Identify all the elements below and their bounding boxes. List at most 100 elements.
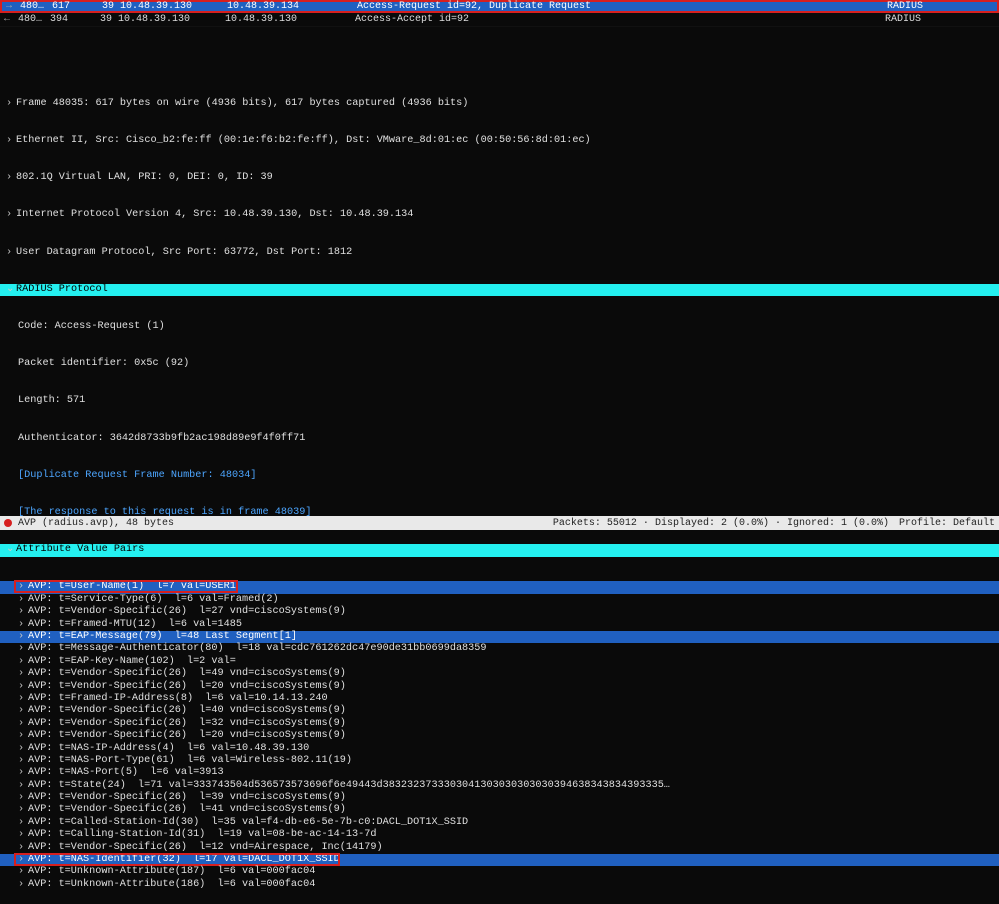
chevron-right-icon[interactable]: › [18,879,28,891]
chevron-right-icon[interactable]: › [18,755,28,767]
tree-length[interactable]: Length: 571 [0,395,999,407]
tree-avp[interactable]: ›AVP: t=Vendor-Specific(26) l=12 vnd=Air… [0,842,999,854]
chevron-right-icon[interactable]: › [18,792,28,804]
tree-duplicate-frame[interactable]: [Duplicate Request Frame Number: 48034] [0,470,999,482]
tree-avp[interactable]: ›AVP: t=Message-Authenticator(80) l=18 v… [0,643,999,655]
chevron-right-icon[interactable]: › [18,743,28,755]
chevron-right-icon[interactable]: › [6,209,16,221]
tree-avp[interactable]: ›AVP: t=State(24) l=71 val=333743504d536… [0,780,999,792]
tree-avp[interactable]: ›AVP: t=NAS-Port-Type(61) l=6 val=Wirele… [0,755,999,767]
chevron-right-icon[interactable]: › [18,829,28,841]
tree-label: AVP: t=Vendor-Specific(26) l=40 vnd=cisc… [28,705,346,717]
tree-label: Internet Protocol Version 4, Src: 10.48.… [16,209,413,221]
chevron-right-icon[interactable]: › [6,98,16,110]
chevron-right-icon[interactable]: › [18,854,28,866]
col-info: Access-Accept id=92 [355,14,885,25]
tree-label: AVP: t=Framed-IP-Address(8) l=6 val=10.1… [28,693,328,705]
chevron-right-icon[interactable]: › [18,619,28,631]
chevron-down-icon[interactable]: ⌄ [6,284,16,296]
tree-avp[interactable]: ›AVP: t=NAS-IP-Address(4) l=6 val=10.48.… [0,743,999,755]
chevron-right-icon[interactable]: › [18,681,28,693]
arrow-icon: ← [4,14,10,25]
status-packets: Packets: 55012 · Displayed: 2 (0.0%) · I… [553,518,889,529]
tree-label: AVP: t=Vendor-Specific(26) l=12 vnd=Aire… [28,842,383,854]
status-bar: AVP (radius.avp), 48 bytes Packets: 5501… [0,516,999,530]
tree-radius-protocol[interactable]: ⌄RADIUS Protocol [0,284,999,296]
chevron-right-icon[interactable]: › [18,842,28,854]
tree-avp[interactable]: ›AVP: t=Vendor-Specific(26) l=20 vnd=cis… [0,681,999,693]
chevron-right-icon[interactable]: › [18,656,28,668]
tree-ethernet[interactable]: ›Ethernet II, Src: Cisco_b2:fe:ff (00:1e… [0,135,999,147]
tree-avp[interactable]: ›AVP: t=Vendor-Specific(26) l=32 vnd=cis… [0,718,999,730]
chevron-right-icon[interactable]: › [18,780,28,792]
tree-label: AVP: t=User-Name(1) l=7 val=USER1 [28,581,236,593]
status-left: AVP (radius.avp), 48 bytes [18,518,174,529]
packet-row[interactable]: ← 480… 394 39 10.48.39.130 10.48.39.130 … [0,13,999,26]
chevron-right-icon[interactable]: › [18,668,28,680]
chevron-right-icon[interactable]: › [18,594,28,606]
tree-label: RADIUS Protocol [16,284,108,296]
col-destination: 10.48.39.134 [227,1,357,12]
tree-authenticator[interactable]: Authenticator: 3642d8733b9fb2ac198d89e9f… [0,433,999,445]
tree-label: AVP: t=Calling-Station-Id(31) l=19 val=0… [28,829,376,841]
packet-details-tree[interactable]: ›Frame 48035: 617 bytes on wire (4936 bi… [0,71,999,904]
chevron-right-icon[interactable]: › [18,767,28,779]
tree-avp[interactable]: ›AVP: t=Vendor-Specific(26) l=39 vnd=cis… [0,792,999,804]
tree-ip[interactable]: ›Internet Protocol Version 4, Src: 10.48… [0,209,999,221]
chevron-right-icon[interactable]: › [18,631,28,643]
chevron-right-icon[interactable]: › [18,804,28,816]
packet-row-selected[interactable]: → 480… 617 39 10.48.39.130 10.48.39.134 … [0,0,999,13]
tree-avp[interactable]: ›AVP: t=Vendor-Specific(26) l=49 vnd=cis… [0,668,999,680]
chevron-right-icon[interactable]: › [18,693,28,705]
tree-avp[interactable]: ›AVP: t=Vendor-Specific(26) l=40 vnd=cis… [0,705,999,717]
tree-label: Frame 48035: 617 bytes on wire (4936 bit… [16,98,468,110]
col-info: Access-Request id=92, Duplicate Request [357,1,887,12]
tree-avp[interactable]: ›AVP: t=EAP-Key-Name(102) l=2 val= [0,656,999,668]
tree-avp[interactable]: ›AVP: t=NAS-Identifier(32) l=17 val=DACL… [0,854,999,866]
tree-label: AVP: t=Framed-MTU(12) l=6 val=1485 [28,619,242,631]
chevron-right-icon[interactable]: › [18,705,28,717]
tree-avp[interactable]: ›AVP: t=Service-Type(6) l=6 val=Framed(2… [0,594,999,606]
tree-label: Authenticator: 3642d8733b9fb2ac198d89e9f… [18,433,305,445]
tree-avp[interactable]: ›AVP: t=EAP-Message(79) l=48 Last Segmen… [0,631,999,643]
chevron-right-icon[interactable]: › [18,643,28,655]
chevron-right-icon[interactable]: › [6,247,16,259]
tree-avp[interactable]: ›AVP: t=Calling-Station-Id(31) l=19 val=… [0,829,999,841]
col-destination: 10.48.39.130 [225,14,355,25]
tree-label: Ethernet II, Src: Cisco_b2:fe:ff (00:1e:… [16,135,591,147]
tree-code[interactable]: Code: Access-Request (1) [0,321,999,333]
chevron-right-icon[interactable]: › [6,135,16,147]
chevron-right-icon[interactable]: › [18,866,28,878]
tree-label: AVP: t=Unknown-Attribute(186) l=6 val=00… [28,879,315,891]
col-protocol: RADIUS [885,14,955,25]
tree-label: Length: 571 [18,395,85,407]
tree-avp[interactable]: ›AVP: t=Called-Station-Id(30) l=35 val=f… [0,817,999,829]
tree-label: AVP: t=Vendor-Specific(26) l=32 vnd=cisc… [28,718,346,730]
tree-label: AVP: t=Vendor-Specific(26) l=49 vnd=cisc… [28,668,346,680]
chevron-right-icon[interactable]: › [18,718,28,730]
tree-packet-identifier[interactable]: Packet identifier: 0x5c (92) [0,358,999,370]
tree-label: Code: Access-Request (1) [18,321,165,333]
tree-avp[interactable]: ›AVP: t=User-Name(1) l=7 val=USER1 [0,581,999,593]
chevron-right-icon[interactable]: › [18,606,28,618]
tree-avp[interactable]: ›AVP: t=Vendor-Specific(26) l=41 vnd=cis… [0,804,999,816]
tree-avp[interactable]: ›AVP: t=Vendor-Specific(26) l=27 vnd=cis… [0,606,999,618]
chevron-right-icon[interactable]: › [6,172,16,184]
tree-udp[interactable]: ›User Datagram Protocol, Src Port: 63772… [0,247,999,259]
tree-avp[interactable]: ›AVP: t=Framed-IP-Address(8) l=6 val=10.… [0,693,999,705]
chevron-right-icon[interactable]: › [18,817,28,829]
tree-avp[interactable]: ›AVP: t=Unknown-Attribute(186) l=6 val=0… [0,879,999,891]
chevron-right-icon[interactable]: › [18,581,28,593]
tree-avp[interactable]: ›AVP: t=NAS-Port(5) l=6 val=3913 [0,767,999,779]
tree-label: 802.1Q Virtual LAN, PRI: 0, DEI: 0, ID: … [16,172,273,184]
chevron-down-icon[interactable]: ⌄ [6,544,16,556]
tree-frame[interactable]: ›Frame 48035: 617 bytes on wire (4936 bi… [0,98,999,110]
col-time: 617 [52,1,102,12]
tree-avp[interactable]: ›AVP: t=Vendor-Specific(26) l=20 vnd=cis… [0,730,999,742]
tree-avp-header[interactable]: ⌄Attribute Value Pairs [0,544,999,556]
chevron-right-icon[interactable]: › [18,730,28,742]
tree-avp[interactable]: ›AVP: t=Framed-MTU(12) l=6 val=1485 [0,619,999,631]
tree-avp[interactable]: ›AVP: t=Unknown-Attribute(187) l=6 val=0… [0,866,999,878]
tree-vlan[interactable]: ›802.1Q Virtual LAN, PRI: 0, DEI: 0, ID:… [0,172,999,184]
arrow-icon: → [6,1,12,12]
